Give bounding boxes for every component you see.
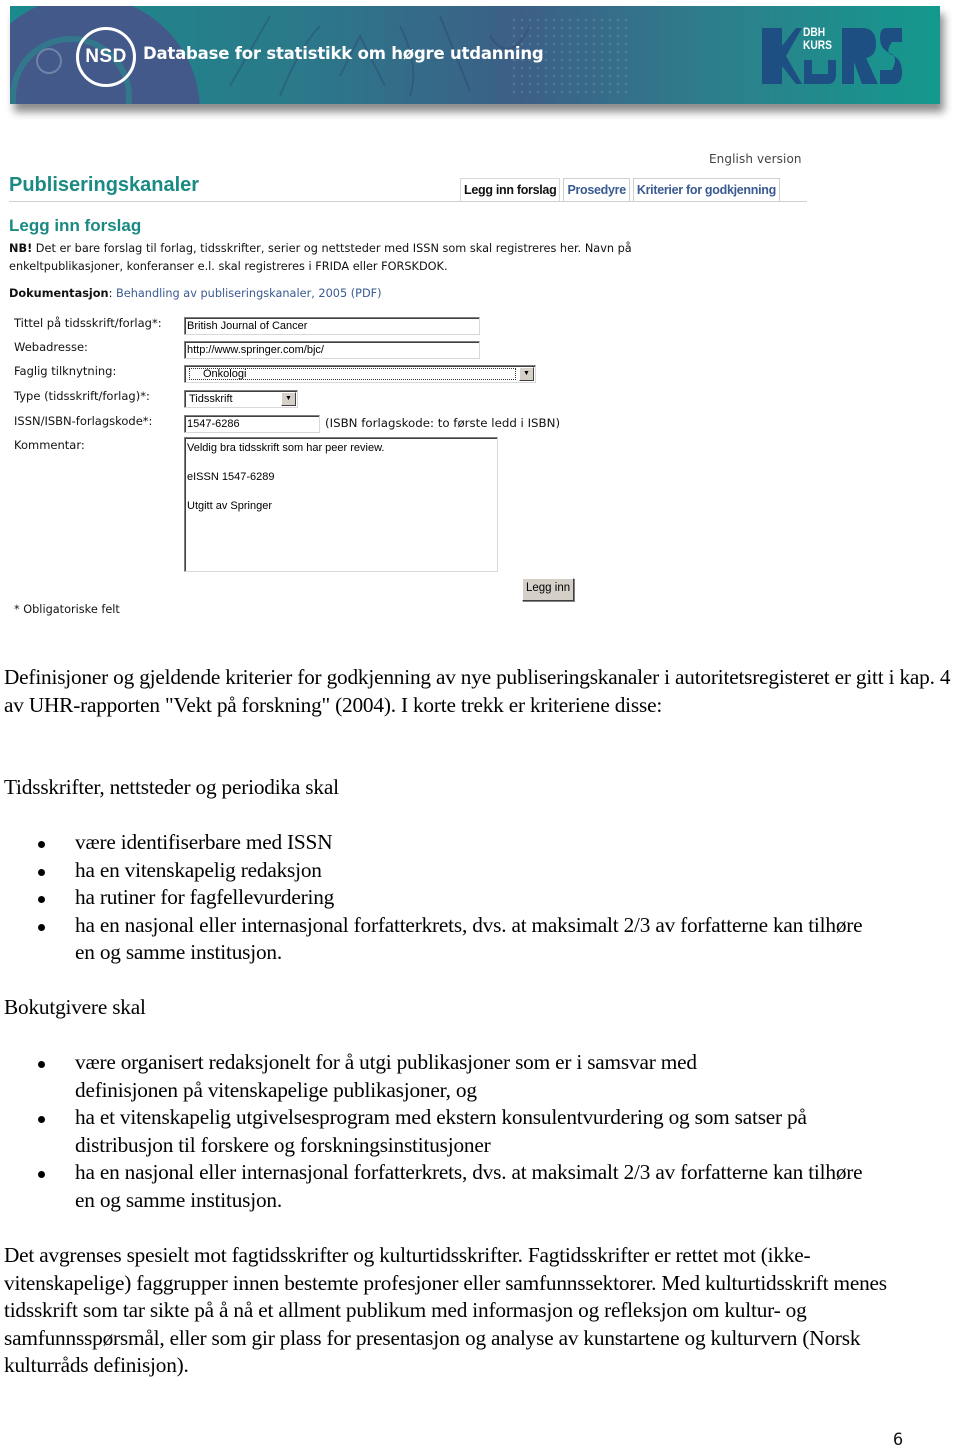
dbh-kurs-logo [762, 28, 902, 84]
bullet-icon [38, 923, 45, 931]
journal-criteria-list: være identifiserbare med ISSN ha en vite… [0, 829, 950, 967]
tab-kriterier-for-godkjenning[interactable]: Kriterier for godkjenning [632, 178, 780, 201]
bullet-icon [38, 1061, 45, 1068]
type-field-label: Type (tidsskrift/forlag)*: [14, 389, 150, 403]
comment-textarea[interactable]: Veldig bra tidsskrift som har peer revie… [184, 437, 498, 572]
english-version-link[interactable]: English version [709, 152, 802, 166]
nb-notice: NB! Det er bare forslag til forlag, tids… [9, 240, 709, 276]
comment-field-label: Kommentar: [14, 438, 85, 452]
list-item: ha en nasjonal eller internasjonal forfa… [0, 1159, 950, 1214]
mandatory-fields-note: * Obligatoriske felt [14, 603, 120, 616]
header-banner: NSD Database for statistikk om høgre utd… [10, 6, 940, 104]
list-item: være identifiserbare med ISSN [0, 829, 950, 857]
subject-field-label: Faglig tilknytning: [14, 364, 117, 378]
title-input[interactable]: British Journal of Cancer [184, 317, 480, 335]
web-address-input[interactable]: http://www.springer.com/bjc/ [184, 341, 480, 359]
list-item: ha et vitenskapelig utgivelsesprogram me… [0, 1104, 950, 1159]
list-item-text: ha rutiner for fagfellevurdering [75, 885, 335, 909]
chevron-down-icon[interactable]: ▼ [281, 392, 296, 406]
tab-prosedyre[interactable]: Prosedyre [563, 178, 630, 201]
nsd-faint-mark [36, 48, 62, 74]
type-select-value: Tidsskrift [189, 393, 233, 405]
bullet-icon [38, 1171, 45, 1178]
list-item-text: ha en vitenskapelig redaksjon [75, 857, 322, 882]
type-select[interactable]: Tidsskrift ▼ [184, 390, 298, 408]
bullet-icon [38, 1116, 45, 1123]
tab-legg-inn-forslag[interactable]: Legg inn forslag [460, 178, 561, 202]
list-item: ha en nasjonal eller internasjonal forfa… [0, 912, 950, 967]
page-number: 6 [893, 1430, 904, 1450]
kurs-label: KURS [803, 38, 832, 52]
documentation-line: Dokumentasjon: Behandling av publisering… [9, 287, 382, 300]
documentation-label: Dokumentasjon [9, 287, 109, 300]
list-item-text: ha en nasjonal eller internasjonal forfa… [75, 912, 863, 965]
nsd-logo: NSD [76, 27, 136, 87]
list-item-text: ha en nasjonal eller internasjonal forfa… [75, 1160, 863, 1212]
chevron-down-icon[interactable]: ▼ [519, 367, 534, 381]
subject-select[interactable]: Onkologi ▼ [184, 365, 536, 383]
documentation-pdf-link[interactable]: Behandling av publiseringskanaler, 2005 … [116, 287, 382, 300]
tab-bar: Legg inn forslag Prosedyre Kriterier for… [460, 178, 780, 202]
list-item-text: ha et vitenskapelig utgivelsesprogram me… [75, 1105, 807, 1157]
journals-heading: Tidsskrifter, nettsteder og periodika sk… [4, 775, 339, 799]
list-item: ha rutiner for fagfellevurdering [0, 884, 950, 912]
issn-input[interactable]: 1547-6286 [184, 415, 320, 433]
bullet-icon [38, 841, 45, 848]
title-field-label: Tittel på tidsskrift/forlag*: [14, 316, 162, 330]
title-divider [9, 201, 807, 202]
banner-title: Database for statistikk om høgre utdanni… [143, 44, 544, 63]
list-item: være organisert redaksjonelt for å utgi … [0, 1049, 950, 1104]
list-item-text: være identifiserbare med ISSN [75, 830, 333, 854]
publisher-criteria-list: være organisert redaksjonelt for å utgi … [0, 1049, 950, 1214]
bullet-icon [38, 868, 45, 876]
dbh-kurs-text: DBH KURS [803, 26, 832, 52]
bullet-icon [38, 896, 45, 903]
list-item: ha en vitenskapelig redaksjon [0, 857, 950, 885]
submit-button[interactable]: Legg inn [522, 578, 575, 601]
list-item-text: være organisert redaksjonelt for å utgi … [75, 1050, 697, 1102]
publishers-heading: Bokutgivere skal [4, 995, 146, 1019]
web-field-label: Webadresse: [14, 340, 88, 354]
documentation-sep: : [108, 287, 116, 300]
intro-paragraph: Definisjoner og gjeldende kriterier for … [4, 665, 951, 717]
closing-paragraph: Det avgrenses spesielt mot fagtidsskrift… [4, 1243, 887, 1377]
subject-select-value: Onkologi [187, 366, 518, 382]
section-title: Legg inn forslag [9, 216, 142, 235]
issn-field-label: ISSN/ISBN-forlagskode*: [14, 414, 153, 428]
nb-text: Det er bare forslag til forlag, tidsskri… [9, 242, 632, 273]
page-title: Publiseringskanaler [9, 174, 200, 196]
issn-hint: (ISBN forlagskode: to første ledd i ISBN… [325, 416, 561, 430]
nb-prefix: NB! [9, 242, 33, 255]
